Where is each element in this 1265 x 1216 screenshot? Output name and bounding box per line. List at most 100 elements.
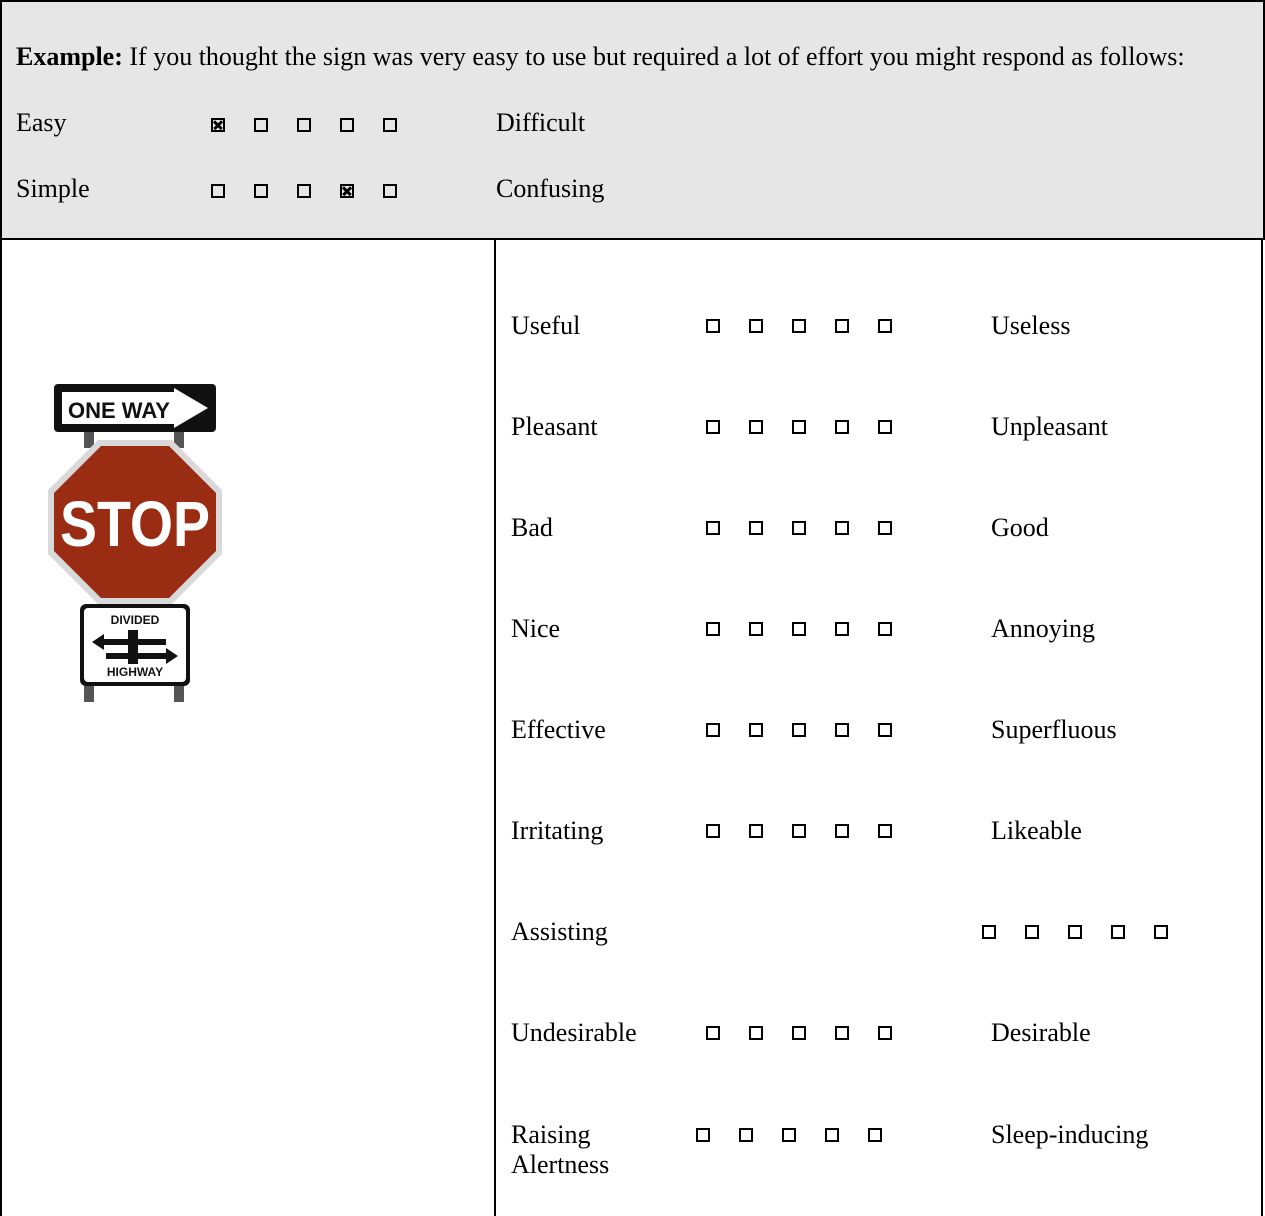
- checkbox[interactable]: [1025, 925, 1039, 939]
- scale-boxes: [706, 723, 921, 737]
- checkbox[interactable]: [1154, 925, 1168, 939]
- checkbox[interactable]: [706, 1026, 720, 1040]
- checkbox[interactable]: [782, 1128, 796, 1142]
- checkbox[interactable]: [982, 925, 996, 939]
- road-sign-graphic: ONE WAY STOP DIVIDED HIGHWAY: [48, 384, 222, 702]
- scale-row: Pleasant Unpleasant: [511, 412, 1251, 472]
- checkbox[interactable]: [706, 420, 720, 434]
- scale-row: Undesirable Desirable: [511, 1018, 1251, 1078]
- checkbox[interactable]: [1068, 925, 1082, 939]
- scale-right-label: Unpleasant: [991, 412, 1108, 441]
- scale-boxes: [982, 925, 1197, 939]
- example-description: If you thought the sign was very easy to…: [122, 42, 1185, 71]
- checkbox[interactable]: [383, 184, 397, 198]
- checkbox[interactable]: [340, 184, 354, 198]
- checkbox[interactable]: [792, 622, 806, 636]
- checkbox[interactable]: [835, 723, 849, 737]
- scale-left-label: Effective: [511, 715, 606, 744]
- scale-row: Useful Useless: [511, 311, 1251, 371]
- checkbox[interactable]: [835, 521, 849, 535]
- checkbox[interactable]: [835, 319, 849, 333]
- example-panel: Example: If you thought the sign was ver…: [0, 0, 1265, 240]
- scale-row: Nice Annoying: [511, 614, 1251, 674]
- scale-boxes: [706, 420, 921, 434]
- checkbox[interactable]: [792, 723, 806, 737]
- scale-boxes: [706, 824, 921, 838]
- example-text: Example: If you thought the sign was ver…: [16, 40, 1252, 73]
- checkbox[interactable]: [792, 1026, 806, 1040]
- scale-left-label: Pleasant: [511, 412, 598, 441]
- checkbox[interactable]: [749, 824, 763, 838]
- checkbox[interactable]: [211, 184, 225, 198]
- median-divider: [128, 630, 138, 664]
- scale-boxes: [706, 521, 921, 535]
- checkbox[interactable]: [749, 723, 763, 737]
- checkbox[interactable]: [749, 622, 763, 636]
- scale-right-label: Annoying: [991, 614, 1095, 643]
- scale-boxes: [706, 622, 921, 636]
- scale-left-label: Useful: [511, 311, 581, 340]
- scale-boxes: [706, 1026, 921, 1040]
- scale-row: Effective Superfluous: [511, 715, 1251, 775]
- checkbox[interactable]: [835, 622, 849, 636]
- sign-post: [84, 686, 94, 702]
- scale-right-label: Useless: [991, 311, 1071, 340]
- checkbox[interactable]: [835, 824, 849, 838]
- road-sign-image: ONE WAY STOP DIVIDED HIGHWAY: [46, 384, 226, 704]
- example-left-label: Simple: [16, 174, 90, 203]
- example-boxes: [211, 184, 426, 198]
- checkbox[interactable]: [878, 824, 892, 838]
- scale-right-label: Good: [991, 513, 1049, 542]
- checkbox[interactable]: [706, 521, 720, 535]
- checkbox[interactable]: [792, 824, 806, 838]
- checkbox[interactable]: [835, 1026, 849, 1040]
- checkbox[interactable]: [706, 824, 720, 838]
- checkbox[interactable]: [878, 622, 892, 636]
- checkbox[interactable]: [825, 1128, 839, 1142]
- checkbox[interactable]: [792, 420, 806, 434]
- checkbox[interactable]: [706, 622, 720, 636]
- checkbox[interactable]: [749, 319, 763, 333]
- checkbox[interactable]: [254, 118, 268, 132]
- scale-left-label: Bad: [511, 513, 553, 542]
- checkbox[interactable]: [878, 521, 892, 535]
- divided-text: DIVIDED: [111, 613, 160, 627]
- checkbox[interactable]: [706, 319, 720, 333]
- scale-left-label: Irritating: [511, 816, 604, 845]
- checkbox[interactable]: [878, 319, 892, 333]
- stop-text: STOP: [60, 488, 210, 560]
- checkbox[interactable]: [749, 521, 763, 535]
- highway-text: HIGHWAY: [107, 665, 163, 679]
- checkbox[interactable]: [878, 420, 892, 434]
- scale-right-label: Sleep-inducing: [991, 1120, 1149, 1149]
- scale-left-label: Undesirable: [511, 1018, 637, 1047]
- example-boxes: [211, 118, 426, 132]
- checkbox[interactable]: [878, 723, 892, 737]
- checkbox[interactable]: [749, 420, 763, 434]
- checkbox[interactable]: [211, 118, 225, 132]
- checkbox[interactable]: [340, 118, 354, 132]
- checkbox[interactable]: [749, 1026, 763, 1040]
- scale-row: Bad Good: [511, 513, 1251, 573]
- example-bold-label: Example:: [16, 42, 123, 71]
- checkbox[interactable]: [383, 118, 397, 132]
- checkbox[interactable]: [297, 118, 311, 132]
- scale-left-label: Assisting: [511, 917, 608, 946]
- one-way-text: ONE WAY: [68, 398, 170, 423]
- checkbox[interactable]: [297, 184, 311, 198]
- scale-row: Assisting: [511, 917, 1251, 977]
- scale-row: Irritating Likeable: [511, 816, 1251, 876]
- checkbox[interactable]: [254, 184, 268, 198]
- checkbox[interactable]: [792, 319, 806, 333]
- scale-boxes: [696, 1128, 911, 1142]
- checkbox[interactable]: [706, 723, 720, 737]
- checkbox[interactable]: [1111, 925, 1125, 939]
- checkbox[interactable]: [792, 521, 806, 535]
- checkbox[interactable]: [835, 420, 849, 434]
- example-left-label: Easy: [16, 108, 67, 137]
- checkbox[interactable]: [739, 1128, 753, 1142]
- example-right-label: Difficult: [496, 108, 586, 137]
- checkbox[interactable]: [868, 1128, 882, 1142]
- checkbox[interactable]: [696, 1128, 710, 1142]
- checkbox[interactable]: [878, 1026, 892, 1040]
